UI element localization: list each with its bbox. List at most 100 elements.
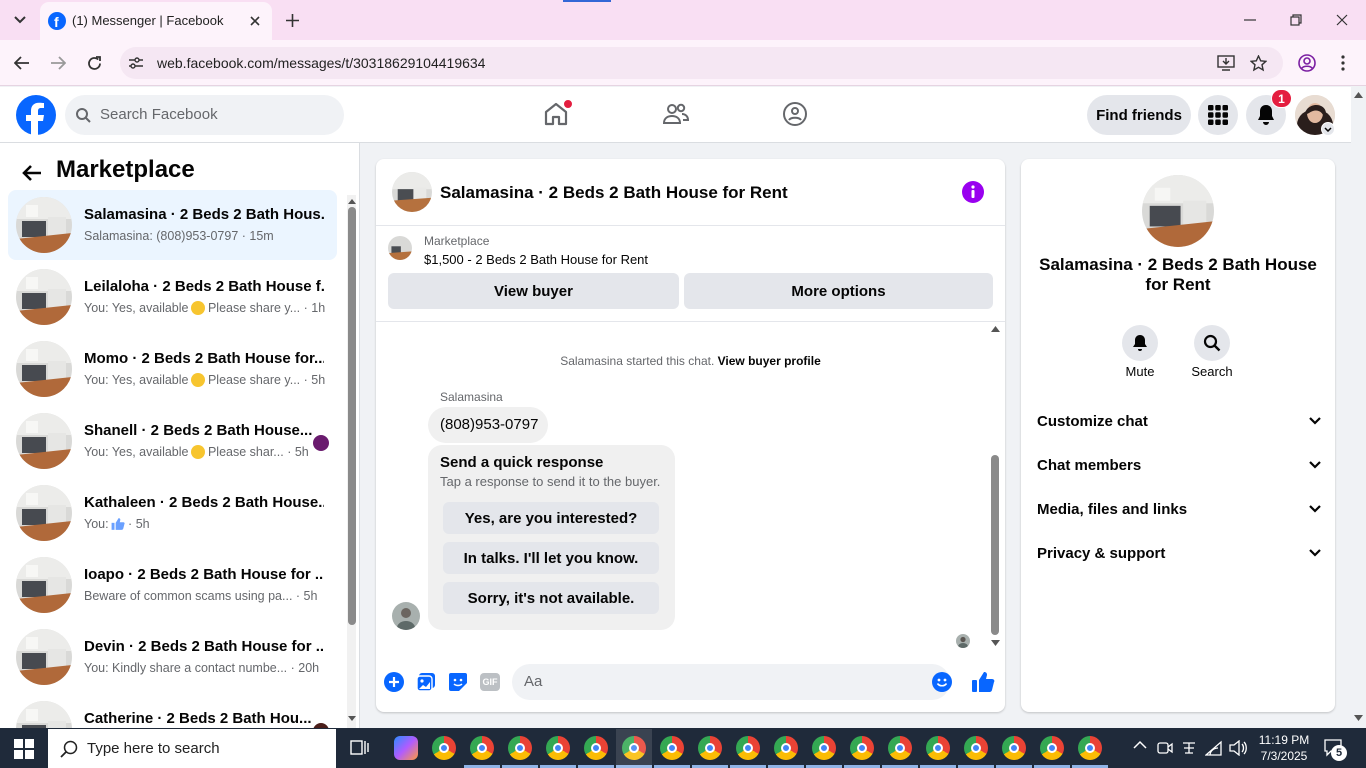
taskbar-time: 11:19 PM	[1258, 733, 1310, 747]
restore-icon[interactable]	[1284, 8, 1308, 32]
chrome-app-icon[interactable]	[508, 736, 532, 760]
conversation-preview-continued: Please shar...	[204, 445, 284, 459]
task-view-icon[interactable]	[350, 739, 370, 757]
browser-menu-icon[interactable]	[1331, 51, 1355, 75]
menu-grid-icon[interactable]	[1198, 95, 1238, 135]
privacy-support-section[interactable]: Privacy & support	[1037, 533, 1321, 573]
chrome-app-icon[interactable]	[432, 736, 456, 760]
add-attachment-icon[interactable]	[384, 672, 404, 692]
minimize-icon[interactable]	[1238, 8, 1262, 32]
account-chevron-icon[interactable]	[1321, 122, 1335, 136]
chrome-app-icon[interactable]	[584, 736, 608, 760]
customize-chat-section[interactable]: Customize chat	[1037, 401, 1321, 441]
input-method-icon[interactable]	[1181, 740, 1197, 756]
sender-avatar[interactable]	[392, 602, 420, 630]
chrome-app-icon[interactable]	[850, 736, 874, 760]
taskbar-clock[interactable]: 11:19 PM 7/3/2025	[1251, 732, 1317, 764]
close-tab-icon[interactable]	[246, 12, 264, 30]
find-friends-button[interactable]: Find friends	[1087, 95, 1191, 135]
view-buyer-button[interactable]: View buyer	[388, 273, 679, 309]
chat-header-avatar[interactable]	[392, 172, 432, 212]
new-tab-icon[interactable]	[280, 8, 304, 32]
chrome-app-icon[interactable]	[926, 736, 950, 760]
quick-response-in-talks[interactable]: In talks. I'll let you know.	[443, 542, 659, 574]
chrome-app-icon[interactable]	[698, 736, 722, 760]
facebook-logo-icon[interactable]	[16, 95, 56, 135]
quick-response-not-available[interactable]: Sorry, it's not available.	[443, 582, 659, 614]
profile-icon[interactable]	[1295, 51, 1319, 75]
facebook-search-input[interactable]: Search Facebook	[65, 95, 344, 135]
tab-list-chevron-icon[interactable]	[8, 8, 32, 32]
chrome-app-icon[interactable]	[470, 736, 494, 760]
chrome-app-icon[interactable]	[812, 736, 836, 760]
network-icon[interactable]	[1205, 740, 1223, 756]
bookmark-star-icon[interactable]	[1246, 51, 1270, 75]
conversation-time: · 20h	[287, 661, 320, 675]
listing-avatar[interactable]	[1142, 175, 1214, 247]
customize-chat-label: Customize chat	[1037, 412, 1148, 430]
conversation-item[interactable]: Leilaloha · 2 Beds 2 Bath House f... You:…	[8, 262, 337, 332]
sidebar-scroll-down-icon[interactable]	[347, 713, 357, 723]
sticker-icon[interactable]	[448, 672, 468, 692]
taskbar-search-box[interactable]: Type here to search	[48, 729, 336, 768]
close-window-icon[interactable]	[1330, 8, 1354, 32]
view-buyer-profile-link[interactable]: View buyer profile	[718, 354, 821, 368]
conversation-item[interactable]: Shanell · 2 Beds 2 Bath House... You: Yes…	[8, 406, 337, 476]
info-icon[interactable]	[962, 181, 984, 203]
groups-icon[interactable]	[779, 98, 811, 130]
message-input[interactable]: Aa	[512, 664, 952, 700]
search-chat-icon[interactable]	[1194, 325, 1230, 361]
conversation-item[interactable]: Catherine · 2 Beds 2 Bath Hou...	[8, 694, 337, 728]
chrome-app-icon[interactable]	[660, 736, 684, 760]
reload-icon[interactable]	[82, 51, 106, 75]
more-options-button[interactable]: More options	[684, 273, 993, 309]
show-hidden-icons-chevron-icon[interactable]	[1133, 740, 1149, 756]
chrome-app-icon[interactable]	[546, 736, 570, 760]
search-label[interactable]: Search	[1185, 364, 1239, 379]
windows-start-icon[interactable]	[14, 739, 34, 759]
chrome-app-icon[interactable]	[964, 736, 988, 760]
chat-members-section[interactable]: Chat members	[1037, 445, 1321, 485]
copilot-app-icon[interactable]	[394, 736, 418, 760]
chat-scroll-up-icon[interactable]	[990, 324, 1000, 334]
conversation-item[interactable]: Kathaleen · 2 Beds 2 Bath House... You: ·…	[8, 478, 337, 548]
conversation-item[interactable]: Salamasina · 2 Beds 2 Bath Hous... Salama…	[8, 190, 337, 260]
chrome-app-icon[interactable]	[1002, 736, 1026, 760]
page-scrollbar[interactable]	[1351, 87, 1366, 728]
gif-icon[interactable]: GIF	[480, 673, 500, 691]
sidebar-scroll-up-icon[interactable]	[347, 196, 357, 206]
conversation-item[interactable]: Devin · 2 Beds 2 Bath House for ... You: …	[8, 622, 337, 692]
quick-response-yes[interactable]: Yes, are you interested?	[443, 502, 659, 534]
back-icon[interactable]	[10, 51, 34, 75]
emoji-icon[interactable]	[932, 672, 952, 692]
forward-icon[interactable]	[46, 51, 70, 75]
chrome-app-icon[interactable]	[736, 736, 760, 760]
message-bubble[interactable]: (808)953-0797	[428, 407, 548, 443]
install-app-icon[interactable]	[1214, 51, 1238, 75]
chrome-app-icon[interactable]	[888, 736, 912, 760]
chat-scroll-down-icon[interactable]	[990, 638, 1000, 648]
mute-bell-icon[interactable]	[1122, 325, 1158, 361]
chat-scroll-thumb[interactable]	[991, 455, 999, 635]
conversation-preview-continued: Please share y...	[204, 301, 301, 315]
media-files-links-section[interactable]: Media, files and links	[1037, 489, 1321, 529]
friends-icon[interactable]	[660, 98, 692, 130]
conversation-item[interactable]: Momo · 2 Beds 2 Bath House for... You: Ye…	[8, 334, 337, 404]
meet-now-icon[interactable]	[1157, 740, 1173, 756]
photo-icon[interactable]	[416, 672, 436, 692]
sidebar-scroll-thumb[interactable]	[348, 207, 356, 625]
listing-text[interactable]: $1,500 - 2 Beds 2 Bath House for Rent	[424, 252, 648, 267]
chrome-app-icon[interactable]	[774, 736, 798, 760]
chrome-app-icon[interactable]	[1040, 736, 1064, 760]
like-thumb-icon[interactable]	[971, 670, 995, 694]
mute-label[interactable]: Mute	[1113, 364, 1167, 379]
chat-header-title[interactable]: Salamasina · 2 Beds 2 Bath House for Ren…	[440, 183, 788, 203]
url-field[interactable]: web.facebook.com/messages/t/303186291044…	[120, 47, 1283, 79]
volume-icon[interactable]	[1229, 740, 1247, 756]
conversation-preview-text: You:	[84, 517, 109, 531]
conversation-item[interactable]: Ioapo · 2 Beds 2 Bath House for ... Bewar…	[8, 550, 337, 620]
divider	[376, 225, 1005, 226]
browser-tab[interactable]: f (1) Messenger | Facebook	[40, 2, 272, 40]
chrome-app-icon[interactable]	[1078, 736, 1102, 760]
site-settings-icon[interactable]	[128, 55, 144, 71]
